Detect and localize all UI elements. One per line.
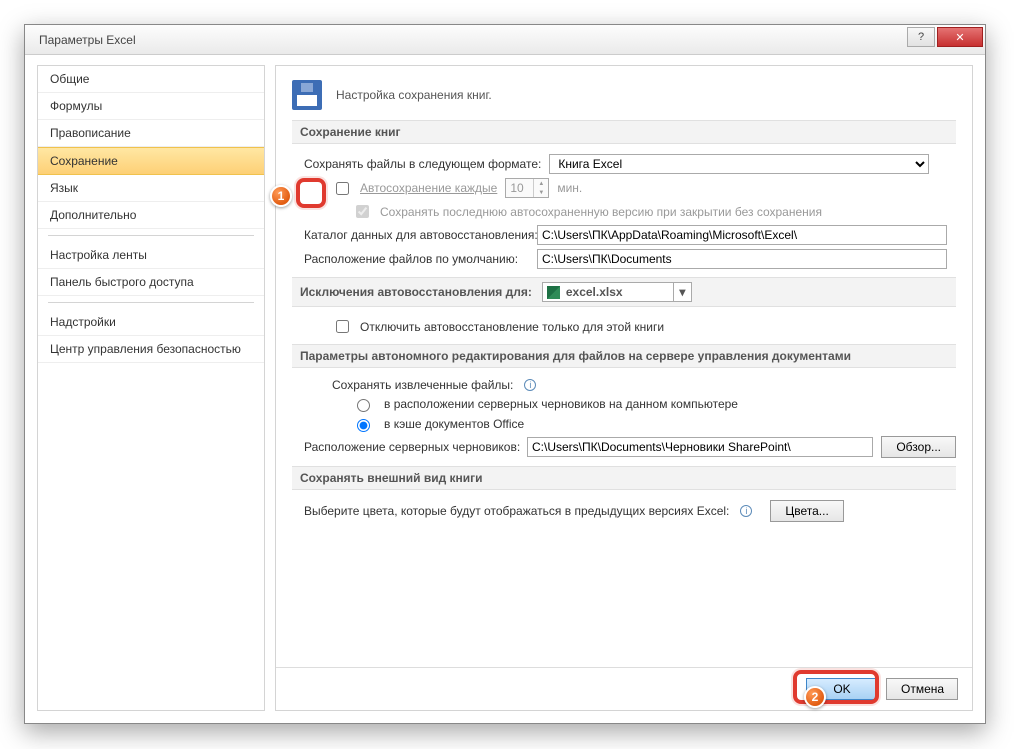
drafts-radio-local-label: в расположении серверных черновиков на д… bbox=[384, 397, 738, 411]
exclusions-label: Исключения автовосстановления для: bbox=[300, 285, 532, 299]
info-icon[interactable]: i bbox=[740, 505, 752, 517]
drafts-radio-cache-label: в кэше документов Office bbox=[384, 417, 524, 431]
save-icon bbox=[292, 80, 322, 110]
save-extracted-label: Сохранять извлеченные файлы: bbox=[332, 378, 513, 392]
cancel-button[interactable]: Отмена bbox=[886, 678, 958, 700]
sidebar-item-quick-access[interactable]: Панель быстрого доступа bbox=[38, 269, 264, 296]
info-icon[interactable]: i bbox=[524, 379, 536, 391]
colors-hint: Выберите цвета, которые будут отображать… bbox=[304, 504, 729, 518]
autosave-label: Автосохранение каждые bbox=[360, 181, 497, 195]
section-offline: Параметры автономного редактирования для… bbox=[292, 344, 956, 368]
autorecovery-dir-label: Каталог данных для автовосстановления: bbox=[304, 228, 529, 242]
dialog-body: Общие Формулы Правописание Сохранение Яз… bbox=[25, 55, 985, 723]
sidebar-item-addins[interactable]: Надстройки bbox=[38, 309, 264, 336]
drafts-location-input[interactable] bbox=[527, 437, 873, 457]
sidebar-item-language[interactable]: Язык bbox=[38, 175, 264, 202]
help-button[interactable]: ? bbox=[907, 27, 935, 47]
autorecovery-dir-input[interactable] bbox=[537, 225, 947, 245]
sidebar-divider bbox=[48, 302, 254, 303]
default-location-label: Расположение файлов по умолчанию: bbox=[304, 252, 529, 266]
autosave-checkbox[interactable] bbox=[336, 182, 349, 195]
autosave-minutes-spinner[interactable]: 10 ▲▼ bbox=[505, 178, 549, 198]
sidebar-item-formulas[interactable]: Формулы bbox=[38, 93, 264, 120]
autosave-unit: мин. bbox=[557, 181, 582, 195]
drafts-radio-local[interactable] bbox=[357, 399, 370, 412]
disable-autorecovery-label: Отключить автовосстановление только для … bbox=[360, 320, 664, 334]
titlebar[interactable]: Параметры Excel ? ✕ bbox=[25, 25, 985, 55]
keep-last-autosave-checkbox bbox=[356, 205, 369, 218]
sidebar-item-trust-center[interactable]: Центр управления безопасностью bbox=[38, 336, 264, 363]
sidebar-item-advanced[interactable]: Дополнительно bbox=[38, 202, 264, 229]
drafts-location-label: Расположение серверных черновиков: bbox=[304, 440, 519, 454]
sidebar-item-customize-ribbon[interactable]: Настройка ленты bbox=[38, 242, 264, 269]
browse-button[interactable]: Обзор... bbox=[881, 436, 956, 458]
main-panel: Настройка сохранения книг. Сохранение кн… bbox=[275, 65, 973, 711]
ok-button[interactable]: OK bbox=[806, 678, 878, 700]
section-save-books: Сохранение книг bbox=[292, 120, 956, 144]
excel-options-window: Параметры Excel ? ✕ Общие Формулы Правоп… bbox=[24, 24, 986, 724]
page-title: Настройка сохранения книг. bbox=[336, 88, 492, 102]
save-format-select[interactable]: Книга Excel bbox=[549, 154, 929, 174]
close-button[interactable]: ✕ bbox=[937, 27, 983, 47]
save-format-label: Сохранять файлы в следующем формате: bbox=[304, 157, 541, 171]
section-appearance: Сохранять внешний вид книги bbox=[292, 466, 956, 490]
category-sidebar: Общие Формулы Правописание Сохранение Яз… bbox=[37, 65, 265, 711]
disable-autorecovery-checkbox[interactable] bbox=[336, 320, 349, 333]
colors-button[interactable]: Цвета... bbox=[770, 500, 843, 522]
sidebar-item-general[interactable]: Общие bbox=[38, 66, 264, 93]
sidebar-item-save[interactable]: Сохранение bbox=[38, 147, 264, 175]
drafts-radio-cache[interactable] bbox=[357, 419, 370, 432]
sidebar-divider bbox=[48, 235, 254, 236]
default-location-input[interactable] bbox=[537, 249, 947, 269]
exclusions-file-name: excel.xlsx bbox=[566, 285, 623, 299]
window-title: Параметры Excel bbox=[39, 33, 136, 47]
sidebar-item-proofing[interactable]: Правописание bbox=[38, 120, 264, 147]
keep-last-autosave-label: Сохранять последнюю автосохраненную верс… bbox=[380, 205, 822, 219]
exclusions-file-select[interactable]: excel.xlsx ▾ bbox=[542, 282, 692, 302]
excel-file-icon bbox=[547, 286, 560, 299]
dialog-footer: OK Отмена bbox=[276, 667, 972, 710]
